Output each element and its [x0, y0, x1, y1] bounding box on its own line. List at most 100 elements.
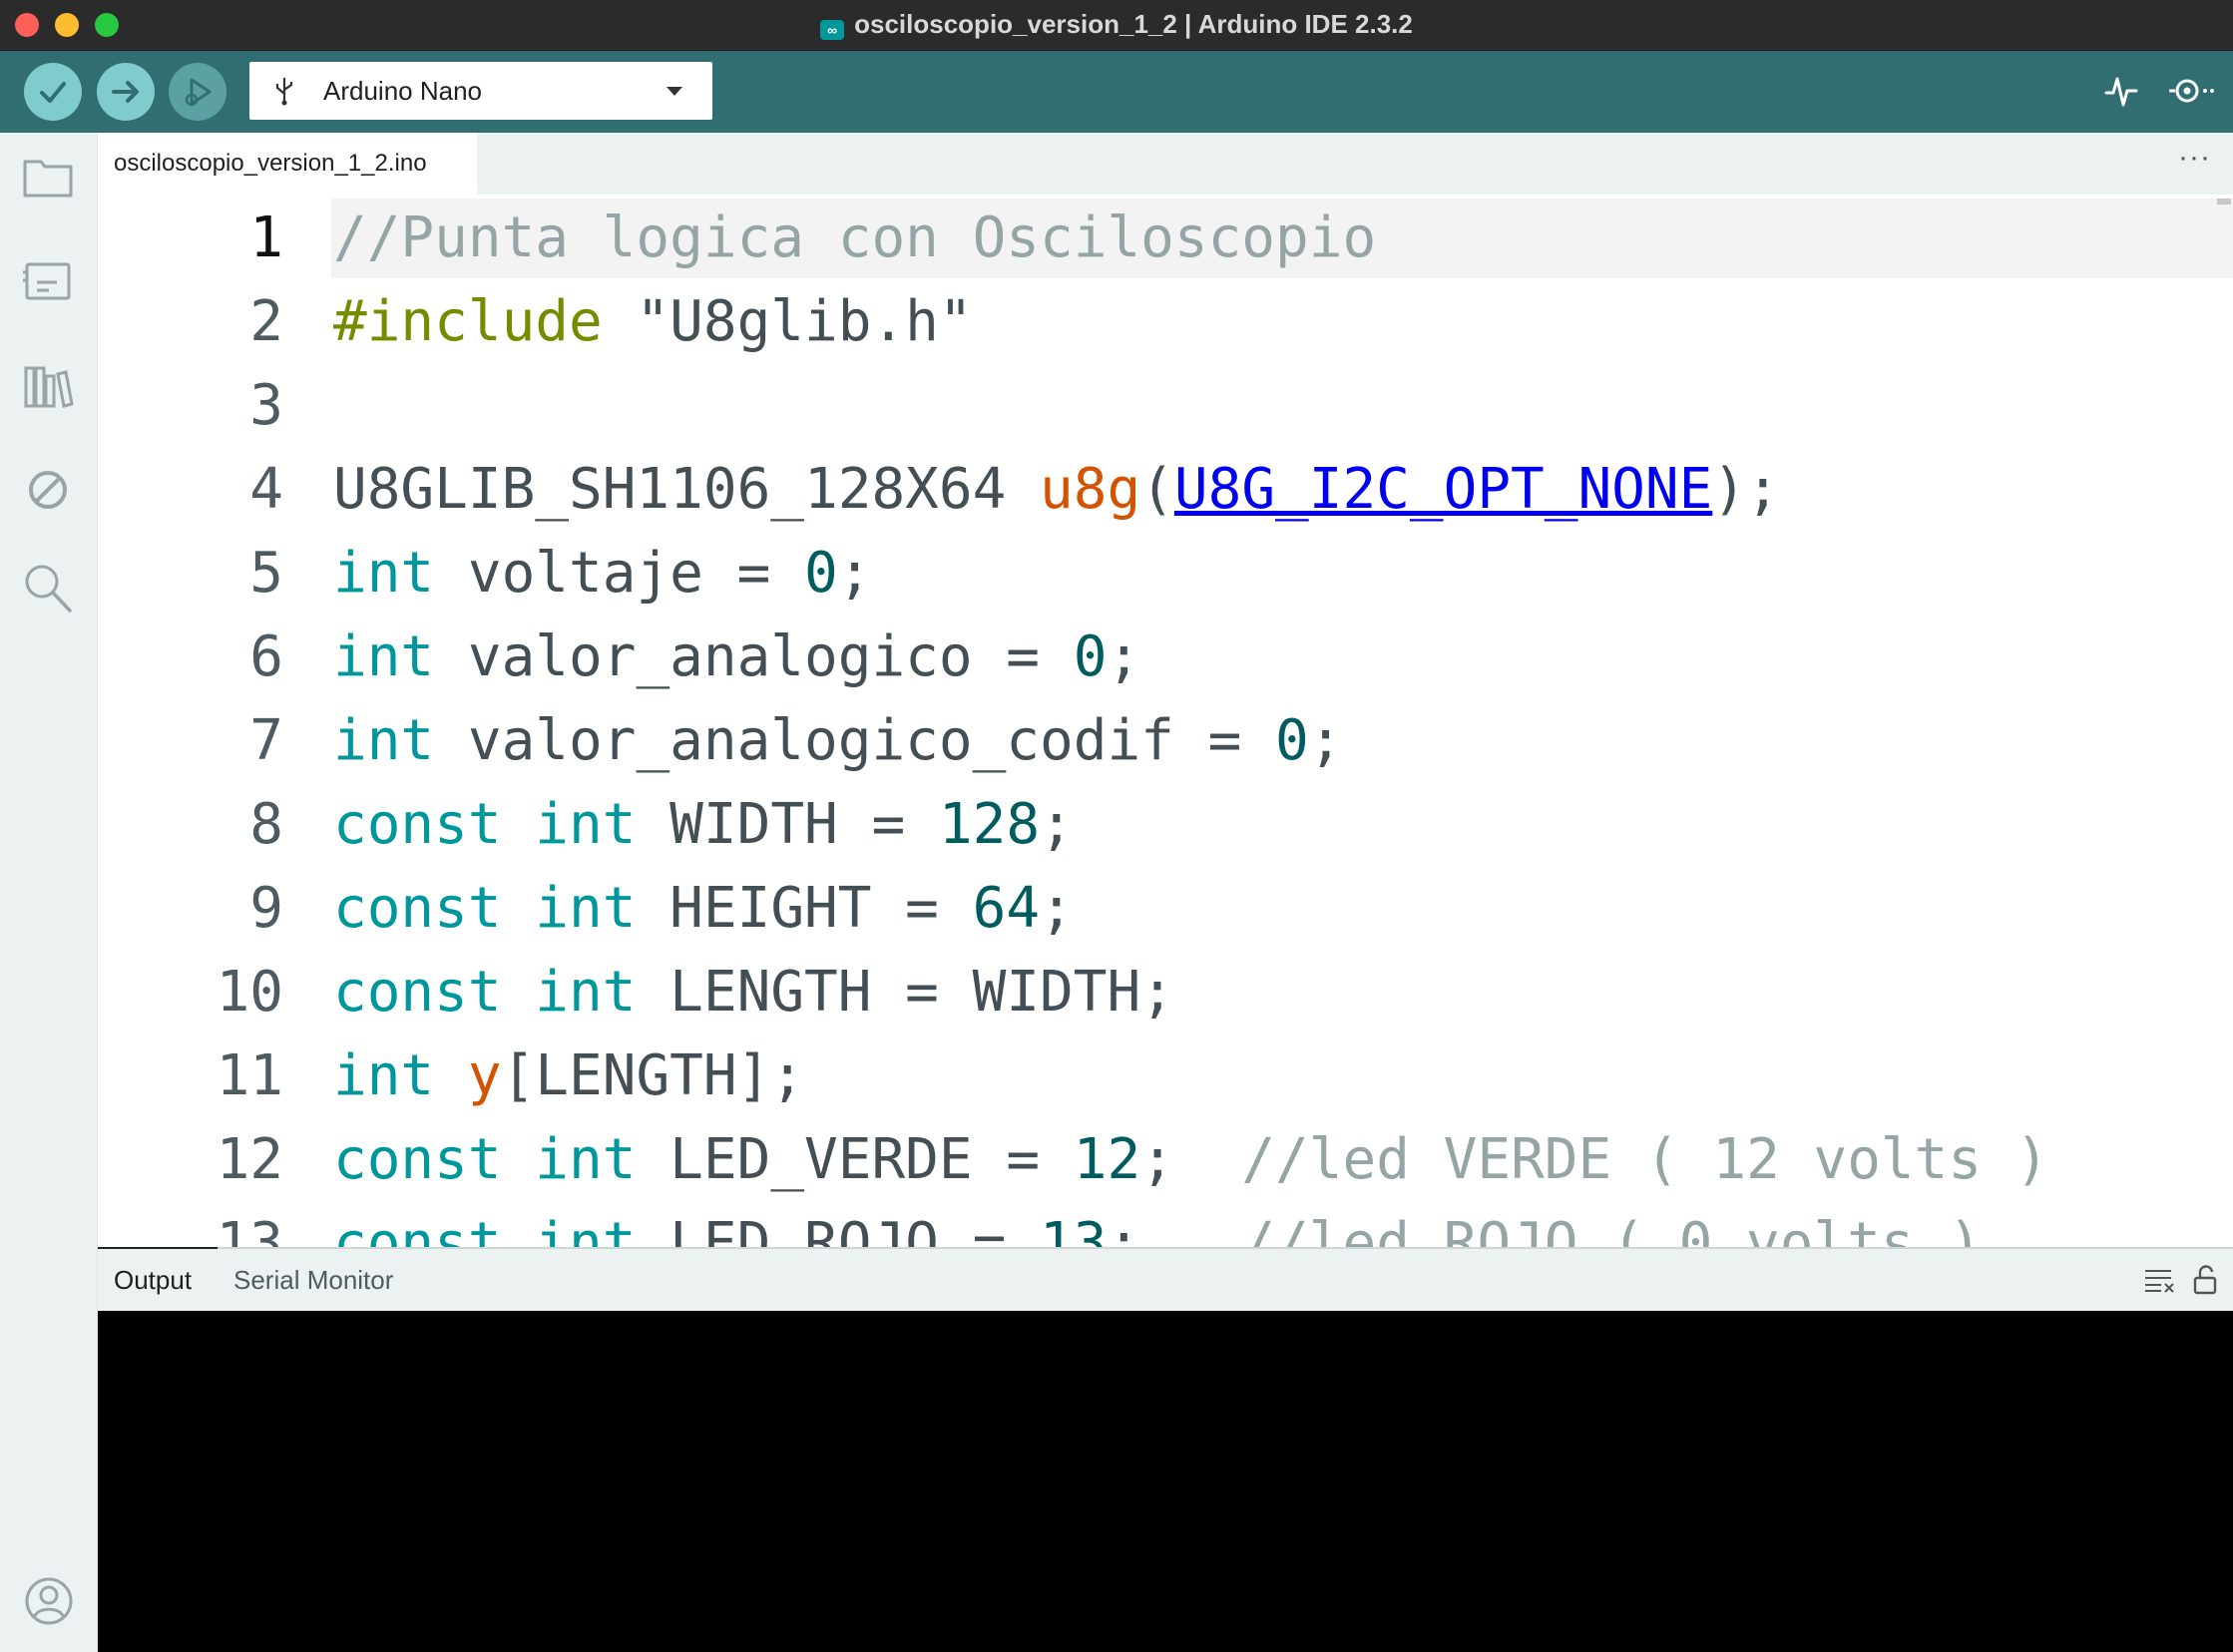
code-text: #include "U8glib.h"	[333, 280, 973, 364]
code-editor[interactable]: 1 //Punta logica con Osciloscopio 2 #includ…	[98, 195, 2233, 1247]
code-line[interactable]: 9 const int HEIGHT = 64;	[98, 867, 2233, 951]
output-console[interactable]	[98, 1311, 2233, 1652]
line-number: 10	[216, 960, 283, 1025]
line-number: 12	[216, 1127, 283, 1192]
line-number: 7	[249, 708, 283, 773]
upload-button[interactable]	[97, 63, 155, 121]
line-number: 9	[249, 876, 283, 941]
code-number: 64	[972, 876, 1041, 941]
tab-sketch-label: osciloscopio_version_1_2.ino	[114, 150, 427, 177]
code-text: U8GLIB_SH1106_128X64 u8g(U8G_I2C_OPT_NON…	[333, 448, 1780, 532]
code-token: ;	[1107, 624, 1141, 689]
code-line[interactable]: 4 U8GLIB_SH1106_128X64 u8g(U8G_I2C_OPT_NO…	[98, 448, 2233, 532]
code-token: valor_analogico =	[434, 624, 1074, 689]
clear-output-button[interactable]	[2143, 1267, 2175, 1298]
code-text: const int LED_ROJO = 13; //led ROJO ( 0 …	[333, 1202, 1982, 1247]
code-token: (	[1140, 457, 1174, 522]
tab-sketch-file[interactable]: osciloscopio_version_1_2.ino	[98, 133, 477, 195]
boards-manager-button[interactable]	[22, 258, 74, 311]
code-line[interactable]: 6 int valor_analogico = 0;	[98, 616, 2233, 699]
code-line[interactable]: 11 int y[LENGTH];	[98, 1034, 2233, 1118]
code-token: LED_VERDE =	[636, 1127, 1074, 1192]
chevron-down-icon	[667, 87, 682, 96]
serial-monitor-icon	[2169, 79, 2214, 103]
editor-scrollbar[interactable]	[2215, 195, 2233, 1247]
code-line[interactable]: 7 int valor_analogico_codif = 0;	[98, 699, 2233, 783]
serial-plotter-button[interactable]	[2103, 73, 2139, 114]
code-line[interactable]: 1 //Punta logica con Osciloscopio	[98, 197, 2233, 280]
output-panel-header: Output Serial Monitor	[98, 1249, 2233, 1311]
board-selector[interactable]: Arduino Nano	[249, 62, 712, 120]
code-keyword: int	[333, 624, 435, 689]
code-keyword: int	[535, 792, 637, 857]
code-line[interactable]: 2 #include "U8glib.h"	[98, 280, 2233, 364]
code-text: //Punta logica con Osciloscopio	[333, 197, 1376, 280]
code-token: ;	[1040, 876, 1074, 941]
boards-manager-icon	[23, 262, 71, 300]
code-text: const int LED_VERDE = 12; //led VERDE ( …	[333, 1118, 2049, 1202]
sidebar	[0, 133, 98, 1652]
code-comment: //led ROJO ( 0 volts )	[1241, 1211, 1983, 1247]
library-manager-icon	[24, 366, 74, 408]
code-text: int valor_analogico = 0;	[333, 616, 1140, 699]
code-keyword: int	[535, 876, 637, 941]
code-token: ;	[1040, 792, 1074, 857]
code-keyword: const	[333, 1211, 502, 1247]
code-text: const int WIDTH = 128;	[333, 783, 1074, 867]
code-keyword: const	[333, 1127, 502, 1192]
search-button[interactable]	[22, 562, 74, 620]
code-text: int voltaje = 0;	[333, 532, 871, 616]
library-manager-button[interactable]	[22, 360, 74, 417]
code-token: LENGTH = WIDTH;	[636, 960, 1174, 1025]
code-token: );	[1712, 457, 1780, 522]
more-tabs-button[interactable]: ···	[2178, 141, 2211, 175]
code-keyword: const	[333, 960, 502, 1025]
board-name: Arduino Nano	[323, 76, 482, 106]
code-line[interactable]: 10 const int LENGTH = WIDTH;	[98, 951, 2233, 1034]
code-line[interactable]: 5 int voltaje = 0;	[98, 532, 2233, 616]
line-number: 2	[249, 289, 283, 354]
line-number: 13	[216, 1211, 283, 1247]
code-text: const int LENGTH = WIDTH;	[333, 951, 1174, 1034]
debug-button[interactable]	[169, 63, 226, 121]
tab-serial-monitor[interactable]: Serial Monitor	[233, 1249, 393, 1311]
code-number: 128	[938, 792, 1041, 857]
tab-output[interactable]: Output	[114, 1249, 192, 1311]
account-button[interactable]	[24, 1576, 74, 1631]
debug-panel-button[interactable]	[22, 466, 74, 519]
verify-button[interactable]	[24, 63, 82, 121]
sketchbook-button[interactable]	[22, 155, 74, 204]
clear-output-icon	[2145, 1270, 2174, 1293]
code-constant-link[interactable]: U8G_I2C_OPT_NONE	[1174, 457, 1712, 522]
scrollbar-thumb[interactable]	[2217, 199, 2231, 205]
code-number: 0	[1275, 708, 1309, 773]
arrow-right-icon	[112, 81, 139, 103]
code-token: valor_analogico_codif =	[434, 708, 1276, 773]
code-keyword: const	[333, 876, 502, 941]
code-line[interactable]: 3	[98, 364, 2233, 448]
code-token: "U8glib.h"	[602, 289, 973, 354]
code-line[interactable]: 12 const int LED_VERDE = 12; //led VERDE …	[98, 1118, 2233, 1202]
code-token: [LENGTH];	[501, 1043, 805, 1108]
code-token: WIDTH =	[636, 792, 939, 857]
editor-tab-bar: osciloscopio_version_1_2.ino ···	[98, 133, 2233, 195]
code-token: ;	[1140, 1127, 1242, 1192]
line-number: 5	[249, 541, 283, 606]
line-number: 8	[249, 792, 283, 857]
toolbar: Arduino Nano	[0, 51, 2233, 133]
scroll-lock-button[interactable]	[2191, 1265, 2219, 1300]
serial-monitor-button[interactable]	[2165, 73, 2217, 114]
code-line[interactable]: 8 const int WIDTH = 128;	[98, 783, 2233, 867]
debug-icon	[185, 78, 212, 107]
code-keyword: const	[333, 792, 502, 857]
serial-plotter-icon	[2104, 77, 2138, 107]
code-line[interactable]: 13 const int LED_ROJO = 13; //led ROJO ( …	[98, 1202, 2233, 1247]
folder-icon	[23, 160, 73, 198]
code-keyword: int	[333, 1043, 435, 1108]
code-token: ;	[1308, 708, 1343, 773]
code-keyword: int	[333, 708, 435, 773]
code-keyword: int	[535, 960, 637, 1025]
